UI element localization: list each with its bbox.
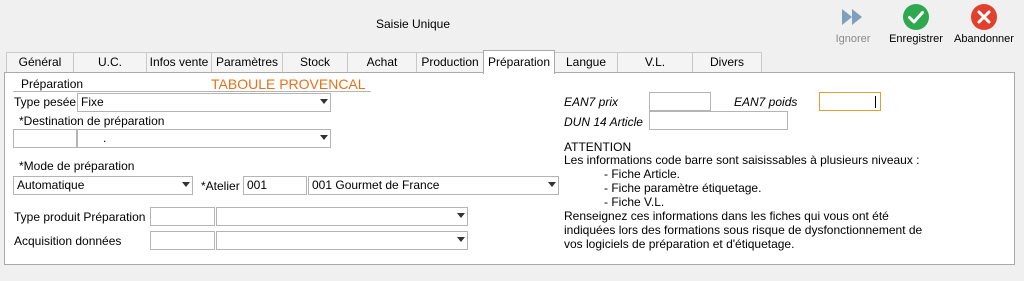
attention-line2: Renseignez ces informations dans les fic…: [564, 209, 889, 223]
tab-vl[interactable]: V.L.: [617, 52, 693, 73]
tab-parametres[interactable]: Paramètres: [211, 52, 283, 73]
attention-line4: vos logiciels de préparation et d'étique…: [564, 237, 795, 251]
attention-item3: - Fiche V.L.: [604, 195, 665, 209]
tab-production[interactable]: Production: [416, 52, 484, 73]
type-produit-select[interactable]: [216, 207, 468, 226]
type-produit-code-input[interactable]: [150, 207, 215, 226]
atelier-select[interactable]: 001 Gourmet de France: [308, 176, 559, 195]
cancel-label: Abandonner: [954, 33, 1014, 45]
save-label: Enregistrer: [889, 33, 943, 45]
fast-forward-icon: [842, 9, 862, 25]
ignore-label: Ignorer: [835, 33, 871, 45]
destination-select[interactable]: .: [77, 129, 331, 148]
section-label: Préparation: [21, 77, 84, 91]
attention-line3: indiquées lors des formations sous risqu…: [564, 223, 923, 237]
atelier-value: 001 Gourmet de France: [312, 178, 440, 192]
ean7-poids-input[interactable]: [819, 92, 881, 111]
mode-label: *Mode de préparation: [19, 159, 135, 173]
type-pesee-label: Type pesée: [14, 95, 77, 109]
chevron-down-icon: [548, 182, 556, 187]
mode-value: Automatique: [17, 178, 85, 192]
acquisition-select[interactable]: [216, 231, 468, 250]
tab-uc[interactable]: U.C.: [73, 52, 147, 73]
tab-stock[interactable]: Stock: [282, 52, 348, 73]
attention-line1: Les informations code barre sont saisiss…: [564, 153, 920, 167]
chevron-down-icon: [457, 237, 465, 242]
ean7-prix-label: EAN7 prix: [564, 95, 619, 109]
tab-general[interactable]: Général: [6, 52, 74, 73]
text-cursor: [875, 96, 876, 108]
tab-achat[interactable]: Achat: [347, 52, 417, 73]
destination-code-input[interactable]: [13, 129, 77, 148]
save-button[interactable]: Enregistrer: [884, 3, 948, 45]
atelier-label: *Atelier: [201, 179, 240, 193]
chevron-down-icon: [320, 135, 328, 140]
close-icon: [971, 4, 997, 30]
type-produit-label: Type produit Préparation: [14, 210, 146, 224]
tab-preparation[interactable]: Préparation: [483, 50, 555, 74]
acquisition-code-input[interactable]: [150, 231, 215, 250]
chevron-down-icon: [457, 213, 465, 218]
cancel-button[interactable]: Abandonner: [950, 3, 1018, 45]
chevron-down-icon: [320, 99, 328, 104]
preparation-panel: Préparation TABOULE PROVENCAL Type pesée…: [4, 72, 1015, 265]
checkmark-icon: [903, 4, 929, 30]
ean7-poids-label: EAN7 poids: [734, 95, 798, 109]
tab-divers[interactable]: Divers: [692, 52, 762, 73]
attention-title: ATTENTION: [564, 140, 632, 154]
type-pesee-value: Fixe: [81, 95, 104, 109]
atelier-code-input[interactable]: 001: [243, 176, 307, 195]
section-divider: [13, 91, 371, 92]
attention-item1: - Fiche Article.: [604, 167, 681, 181]
dun14-input[interactable]: [649, 111, 788, 130]
mode-select[interactable]: Automatique: [13, 176, 193, 195]
article-name: TABOULE PROVENCAL: [211, 76, 366, 92]
destination-label: *Destination de préparation: [19, 114, 165, 128]
ignore-button[interactable]: Ignorer: [832, 3, 874, 45]
window-title: Saisie Unique: [375, 17, 451, 31]
chevron-down-icon: [182, 182, 190, 187]
dun14-label: DUN 14 Article: [564, 115, 643, 129]
tab-langue[interactable]: Langue: [554, 52, 618, 73]
attention-item2: - Fiche paramètre étiquetage.: [604, 181, 762, 195]
tab-infos-vente[interactable]: Infos vente: [146, 52, 212, 73]
type-pesee-select[interactable]: Fixe: [77, 93, 331, 112]
acquisition-label: Acquisition données: [14, 234, 122, 248]
destination-value: .: [103, 131, 107, 145]
ean7-prix-input[interactable]: [649, 92, 711, 111]
